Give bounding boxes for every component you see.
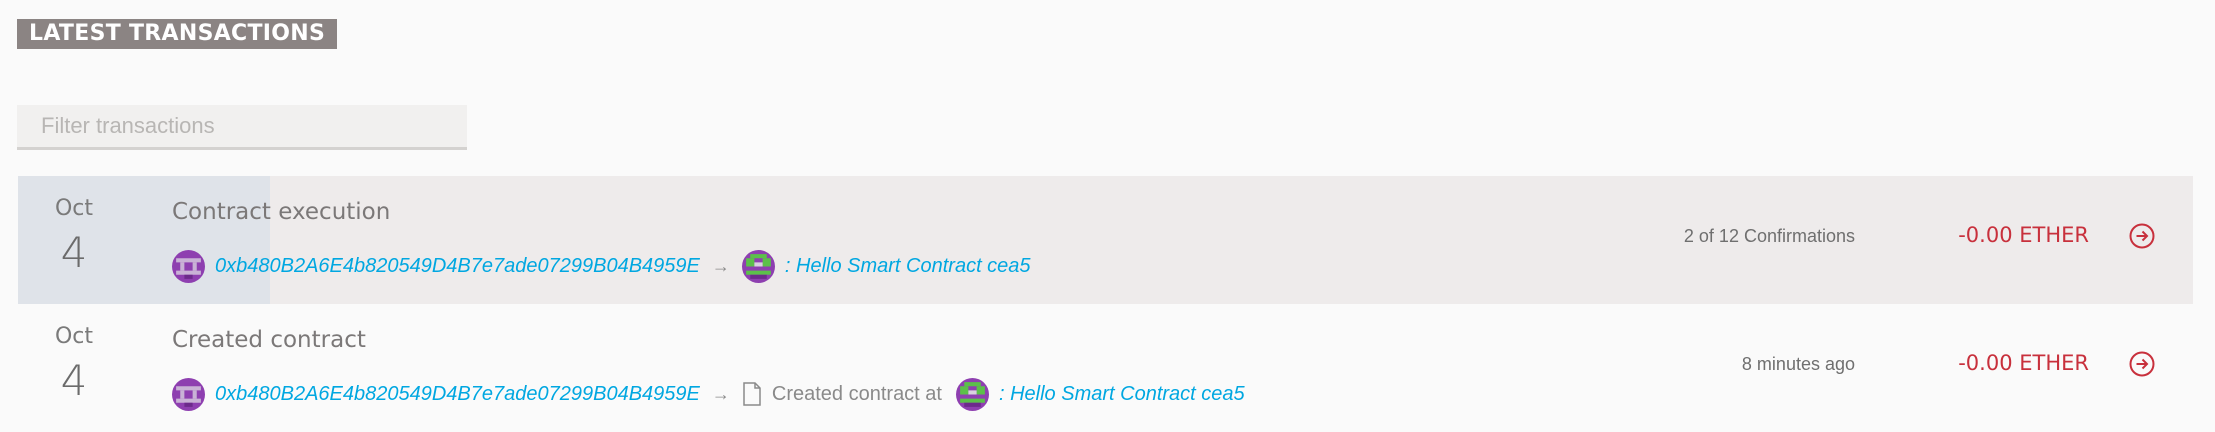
arrow-right-icon: → — [711, 383, 730, 404]
identicon-icon — [741, 249, 775, 283]
transaction-amount: -0.00 ETHER — [1958, 351, 2089, 375]
document-icon — [742, 382, 762, 406]
arrow-circle-right-icon[interactable] — [2128, 350, 2156, 378]
arrow-circle-right-icon[interactable] — [2128, 222, 2156, 250]
identicon-icon — [955, 377, 989, 411]
confirmation-status: 2 of 12 Confirmations — [1683, 226, 1855, 246]
filter-transactions-input[interactable] — [17, 105, 467, 147]
transaction-title: Created contract — [172, 327, 366, 353]
transaction-detail: 0xb480B2A6E4b820549D4B7e7ade07299B04B495… — [172, 376, 1245, 412]
timestamp: 8 minutes ago — [1741, 354, 1855, 374]
transaction-day: 4 — [60, 228, 88, 277]
from-address-link[interactable]: 0xb480B2A6E4b820549D4B7e7ade07299B04B495… — [215, 383, 700, 406]
transaction-amount: -0.00 ETHER — [1958, 223, 2089, 247]
section-title: LATEST TRANSACTIONS — [17, 19, 338, 49]
created-contract-at-text: Created contract at — [771, 382, 942, 405]
transaction-month: Oct — [54, 196, 94, 221]
arrow-right-icon: → — [711, 255, 730, 276]
transaction-title: Contract execution — [172, 199, 391, 225]
transaction-detail: 0xb480B2A6E4b820549D4B7e7ade07299B04B495… — [172, 248, 1031, 284]
transaction-row[interactable]: Oct 4 Contract execution 0xb480B2A6E4b82… — [18, 176, 2193, 304]
to-contract-link[interactable]: : Hello Smart Contract cea5 — [999, 383, 1245, 406]
from-address-link[interactable]: 0xb480B2A6E4b820549D4B7e7ade07299B04B495… — [215, 255, 700, 278]
transaction-month: Oct — [54, 324, 94, 349]
to-contract-link[interactable]: : Hello Smart Contract cea5 — [785, 255, 1031, 278]
identicon-icon — [172, 249, 205, 283]
transaction-row[interactable]: Oct 4 Created contract 0xb480B2A6E4b8205… — [18, 304, 2193, 432]
filter-box[interactable] — [17, 105, 467, 150]
transaction-day: 4 — [60, 356, 88, 405]
identicon-icon — [172, 377, 205, 411]
